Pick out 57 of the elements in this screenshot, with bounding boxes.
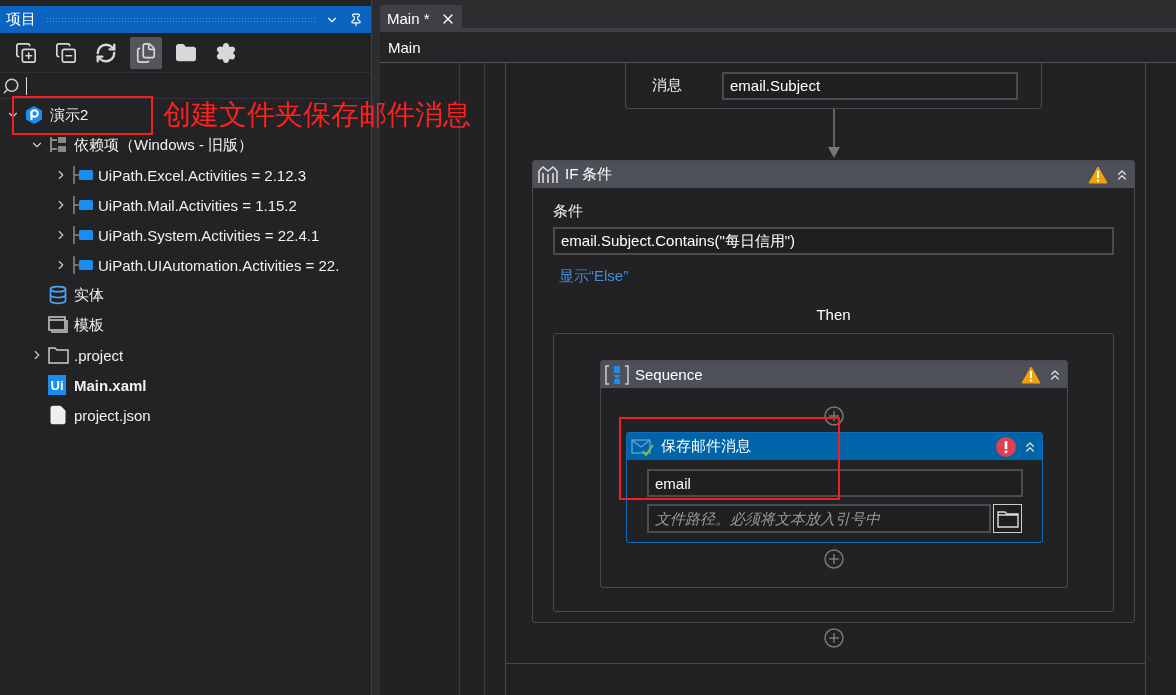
activity-title: IF 条件 [565,165,614,184]
field-label: 消息 [652,76,682,95]
mail-message-field[interactable]: email [647,469,1023,497]
collapse-all-icon [55,41,77,64]
dependencies-icon [48,136,68,154]
add-activity-icon[interactable] [824,406,844,426]
tree-item[interactable]: UiPath.System.Activities = 22.4.1 [98,226,320,244]
search-icon[interactable] [2,76,20,95]
activity-title: Sequence [635,366,704,383]
tree-item[interactable]: UiPath.UIAutomation.Activities = 22. [98,256,340,274]
tree-item[interactable]: .project [74,346,124,364]
connector-arrow [827,109,841,159]
project-icon [24,105,44,125]
sequence-activity[interactable]: Sequence 保存邮件消息 email 文件路径。必须将文本放入引号中 [600,360,1068,588]
database-icon [48,285,68,305]
tree-item[interactable]: Main.xaml [74,376,147,394]
if-activity[interactable]: IF 条件 条件 email.Subject.Contains("每日信用") 显示“Else” Then Sequence 保存邮件消息 email 文件路径。必须将文本放入引号中 [532,160,1135,623]
sequence-icon [605,364,629,385]
annotation-note: 创建文件夹保存邮件消息 [163,98,471,132]
show-else-link[interactable]: 显示“Else” [559,267,1114,286]
file-icon [48,405,68,425]
file-path-field[interactable]: 文件路径。必须将文本放入引号中 [647,504,992,533]
breadcrumb: Main [380,32,1176,63]
condition-field[interactable]: email.Subject.Contains("每日信用") [553,227,1114,255]
package-icon [72,256,94,274]
package-icon [72,196,94,214]
tree-item[interactable]: UiPath.Excel.Activities = 2.12.3 [98,166,306,184]
pin-icon[interactable] [349,12,363,27]
tree-item[interactable]: 模板 [74,315,104,335]
branch-label: Then [816,306,851,323]
package-icon [72,166,94,184]
panel-title: 项目 [6,10,36,29]
copy-button[interactable] [130,36,162,69]
message-field[interactable]: email.Subject [722,71,1018,100]
refresh-icon [95,41,117,64]
tree-item[interactable]: 依赖项（Windows - 旧版） [74,135,254,155]
folder-icon [48,346,69,364]
folder-icon [175,41,197,64]
tree-item[interactable]: project.json [74,406,151,424]
add-activity-icon[interactable] [824,628,844,648]
mail-check-icon [631,436,655,457]
if-icon [537,164,559,185]
gear-icon [215,41,237,64]
copy-icon [135,41,157,64]
activity-title: 保存邮件消息 [661,437,752,456]
xaml-file-icon: Ui [48,375,66,395]
field-label: 条件 [553,202,584,221]
add-activity-icon[interactable] [824,549,844,569]
tree-item[interactable]: UiPath.Mail.Activities = 1.15.2 [98,196,297,214]
expand-all-icon [15,41,37,64]
templates-icon [48,316,68,334]
save-mail-activity[interactable]: 保存邮件消息 email 文件路径。必须将文本放入引号中 [626,432,1043,543]
browse-folder-button[interactable] [993,504,1022,533]
tree-item[interactable]: 实体 [74,285,104,305]
message-activity[interactable]: 消息 email.Subject [625,63,1042,109]
package-icon [72,226,94,244]
tree-item[interactable]: 演示2 [50,105,89,125]
